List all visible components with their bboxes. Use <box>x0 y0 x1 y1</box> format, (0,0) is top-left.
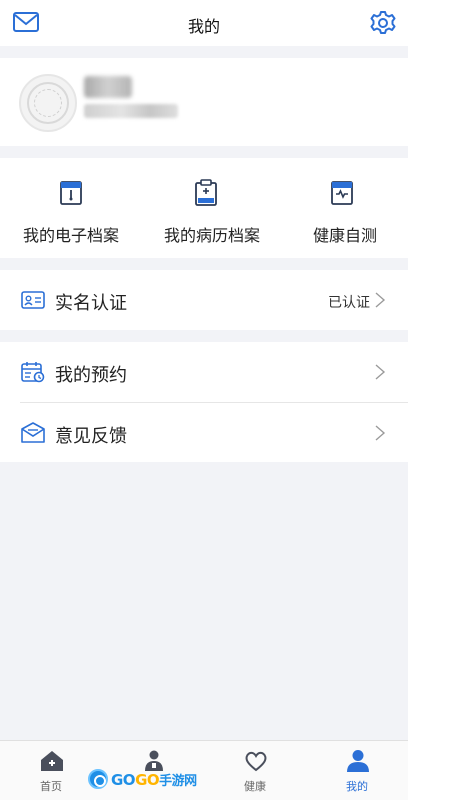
tab-health[interactable]: 健康 <box>204 741 306 800</box>
heart-icon <box>245 751 267 772</box>
page-title: 我的 <box>187 19 220 36</box>
home-icon <box>41 751 63 771</box>
watermark-text: GOGO手游网 <box>111 770 197 789</box>
gear-icon[interactable] <box>369 9 397 37</box>
avatar-seal-inner <box>34 89 62 117</box>
record-medical-label: 我的病历档案 <box>163 228 260 245</box>
appointment-label: 我的预约 <box>55 365 127 385</box>
record-health-test[interactable]: 健康自测 <box>282 158 408 258</box>
verified-status: 已认证 <box>328 294 370 310</box>
tab-health-label: 健康 <box>244 781 266 793</box>
tab-mine[interactable]: 我的 <box>306 741 408 800</box>
header: 我的 <box>0 0 408 46</box>
avatar[interactable] <box>19 74 77 132</box>
record-electronic[interactable]: 我的电子档案 <box>0 158 142 258</box>
watermark-logo: GOGO手游网 <box>88 768 197 790</box>
user-name-blurred <box>84 76 132 98</box>
bottom-tab-bar: 首页 健康 我的 <box>0 740 408 800</box>
real-name-row[interactable]: 实名认证 已认证 <box>0 270 408 330</box>
menu-list: 我的预约 意见反馈 <box>0 342 408 462</box>
feedback-icon <box>21 422 45 443</box>
calendar-icon <box>21 362 45 383</box>
tab-home[interactable]: 首页 <box>0 741 102 800</box>
list-item-feedback[interactable]: 意见反馈 <box>0 403 408 463</box>
medical-record-icon <box>195 179 217 206</box>
profile-card[interactable] <box>0 58 408 146</box>
chevron-right-icon <box>375 364 386 380</box>
real-name-label: 实名认证 <box>55 293 127 313</box>
user-id-blurred <box>84 104 178 118</box>
watermark-icon <box>88 769 108 789</box>
chevron-right-icon <box>375 292 386 308</box>
tab-mine-label: 我的 <box>346 781 368 793</box>
app-root: 我的 我的电子档案 我的病历档案 健康自测 实名认证 已认证 我的预约 意见反馈… <box>0 0 408 800</box>
user-icon <box>347 750 369 772</box>
id-card-icon <box>21 291 45 309</box>
real-name-section: 实名认证 已认证 <box>0 270 408 330</box>
record-medical[interactable]: 我的病历档案 <box>142 158 282 258</box>
chevron-right-icon <box>375 425 386 441</box>
health-test-icon <box>331 181 353 205</box>
records-row: 我的电子档案 我的病历档案 健康自测 <box>0 158 408 258</box>
e-record-icon <box>60 181 82 205</box>
feedback-label: 意见反馈 <box>55 426 127 446</box>
tab-home-label: 首页 <box>40 781 62 793</box>
record-health-test-label: 健康自测 <box>312 228 377 245</box>
record-electronic-label: 我的电子档案 <box>22 228 119 245</box>
list-item-appointment[interactable]: 我的预约 <box>0 342 408 403</box>
